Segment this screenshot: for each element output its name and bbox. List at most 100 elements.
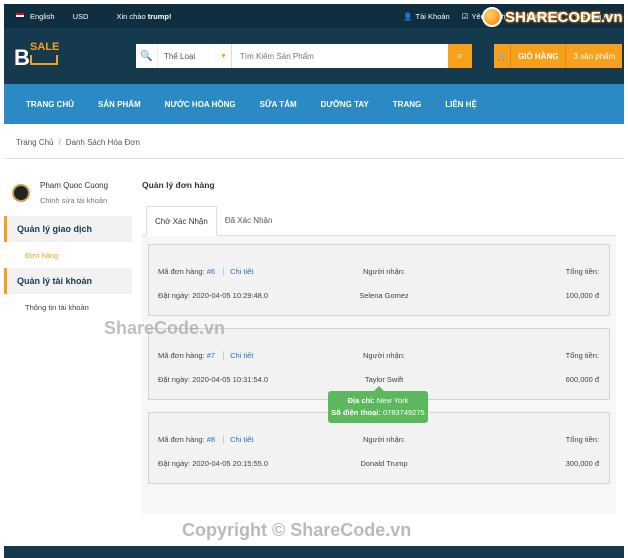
- order-code-label: Mã đơn hàng:: [158, 351, 205, 360]
- order-tabs: Chờ Xác Nhận Đã Xác Nhận: [142, 206, 616, 236]
- order-number[interactable]: #7: [207, 351, 215, 360]
- logo-text: SALE: [30, 41, 60, 53]
- nav-item-contact[interactable]: LIÊN HỆ: [445, 100, 477, 109]
- order-number[interactable]: #8: [207, 435, 215, 444]
- page-title: Quản lý đơn hàng: [142, 180, 215, 190]
- order-code: Mã đơn hàng: #8 Chi tiết: [158, 435, 254, 444]
- divider: [4, 158, 624, 159]
- order-code: Mã đơn hàng: #6 Chi tiết: [158, 267, 254, 276]
- nav-item-shower-gel[interactable]: SỮA TẮM: [260, 100, 297, 109]
- sidebar: Pham Quoc Cuong Chỉnh sửa tài khoản Quản…: [4, 170, 132, 320]
- order-total: 100,000 đ: [565, 291, 599, 300]
- order-code-label: Mã đơn hàng:: [158, 267, 205, 276]
- main-content: Quản lý đơn hàng Chờ Xác Nhận Đã Xác Nhậ…: [142, 172, 616, 514]
- recipient-tooltip: Địa chỉ: New York Số điện thoại: 0783749…: [328, 386, 428, 423]
- edit-account-link[interactable]: Chỉnh sửa tài khoản: [40, 196, 108, 205]
- nav-item-hand-care[interactable]: DƯỠNG TAY: [321, 100, 369, 109]
- order-detail-link[interactable]: Chi tiết: [223, 267, 254, 276]
- recipient-name[interactable]: Donald Trump: [339, 459, 429, 468]
- order-total: 300,000 đ: [565, 459, 599, 468]
- greeting-user: trump!: [147, 11, 172, 21]
- nav-item-products[interactable]: SẢN PHẨM: [98, 100, 141, 109]
- sidebar-item-orders[interactable]: Đơn hàng: [4, 242, 132, 268]
- order-date-label: Đặt ngày:: [158, 375, 191, 384]
- order-date: Đặt ngày: 2020-04-05 20:15:55.0: [158, 459, 268, 468]
- order-date-value: 2020-04-05 10:31:54.0: [192, 375, 269, 384]
- order-date-value: 2020-04-05 20:15:55.0: [192, 459, 269, 468]
- logo-letter: B: [14, 45, 30, 70]
- total-label: Tổng tiền:: [565, 351, 599, 360]
- nav-item-pages[interactable]: TRANG: [393, 100, 421, 109]
- search-bar: 🔍 Thể Loại ▼ ⌕: [136, 44, 472, 68]
- sidebar-section-account[interactable]: Quản lý tài khoản: [4, 268, 132, 294]
- category-select[interactable]: Thể Loại ▼: [158, 44, 232, 68]
- search-icon: 🔍: [136, 44, 158, 68]
- order-card: Mã đơn hàng: #6 Chi tiết Người nhận: Tổng…: [148, 244, 610, 316]
- currency-selector[interactable]: USD: [73, 12, 89, 21]
- account-link[interactable]: 👤 Tài Khoản: [403, 12, 450, 21]
- breadcrumb: Trang Chủ / Danh Sách Hóa Đơn: [16, 138, 140, 147]
- recipient-name[interactable]: Taylor Swift: [339, 375, 429, 384]
- sidebar-item-account-info[interactable]: Thông tin tài khoản: [4, 294, 132, 320]
- tooltip-phone-value: 0783749275: [382, 408, 425, 417]
- order-date-value: 2020-04-05 10:29:48.0: [192, 291, 269, 300]
- order-date: Đặt ngày: 2020-04-05 10:29:48.0: [158, 291, 268, 300]
- recipient-label: Người nhận:: [362, 267, 406, 276]
- cart-label: GIỎ HÀNG: [510, 44, 566, 68]
- tooltip-address: Địa chỉ: New York: [328, 395, 428, 407]
- cart-logo-icon: [30, 55, 58, 65]
- order-date-label: Đặt ngày:: [158, 459, 191, 468]
- nav-item-home[interactable]: TRANG CHỦ: [26, 100, 74, 109]
- total-label: Tổng tiền:: [565, 267, 599, 276]
- check-icon: ☑: [461, 11, 469, 21]
- header: B SALE 🔍 Thể Loại ▼ ⌕ 🛒 GIỎ HÀNG 3 sản p…: [4, 28, 624, 84]
- sharecode-logo-icon: [482, 7, 502, 27]
- footer: [4, 546, 624, 558]
- tooltip-phone: Số điện thoại: 0783749275: [328, 407, 428, 419]
- order-code-label: Mã đơn hàng:: [158, 435, 205, 444]
- cart-icon: 🛒: [494, 44, 510, 68]
- tooltip-address-value: New York: [376, 396, 409, 405]
- caret-down-icon: ▼: [220, 52, 227, 60]
- tooltip-phone-label: Số điện thoại:: [331, 408, 381, 417]
- cart-count: 3 sản phẩm: [565, 44, 623, 68]
- language-selector[interactable]: English: [30, 12, 55, 21]
- breadcrumb-current: Danh Sách Hóa Đơn: [65, 138, 140, 147]
- site-logo[interactable]: B SALE: [14, 40, 62, 72]
- tab-confirmed[interactable]: Đã Xác Nhận: [217, 206, 281, 235]
- category-select-value: Thể Loại: [164, 51, 196, 61]
- sidebar-section-transactions[interactable]: Quản lý giao dịch: [4, 216, 132, 242]
- user-profile: Pham Quoc Cuong Chỉnh sửa tài khoản: [4, 170, 132, 216]
- order-code: Mã đơn hàng: #7 Chi tiết: [158, 351, 254, 360]
- order-date: Đặt ngày: 2020-04-05 10:31:54.0: [158, 375, 268, 384]
- order-detail-link[interactable]: Chi tiết: [223, 435, 254, 444]
- user-icon: 👤: [403, 11, 413, 21]
- order-number[interactable]: #6: [207, 267, 215, 276]
- order-date-label: Đặt ngày:: [158, 291, 191, 300]
- breadcrumb-home[interactable]: Trang Chủ: [16, 138, 54, 147]
- search-input[interactable]: [232, 44, 448, 68]
- cart-button[interactable]: 🛒 GIỎ HÀNG 3 sản phẩm: [494, 44, 623, 68]
- sharecode-brand-watermark: SHARECODE.vn: [482, 6, 623, 28]
- greeting-prefix: Xin chào: [116, 11, 146, 21]
- recipient-name[interactable]: Selena Gomez: [339, 291, 429, 300]
- watermark-middle: ShareCode.vn: [104, 318, 226, 338]
- tab-pending[interactable]: Chờ Xác Nhận: [146, 206, 217, 236]
- uk-flag-icon: [16, 13, 24, 19]
- account-link-label: Tài Khoản: [415, 11, 450, 21]
- user-name: Pham Quoc Cuong: [40, 181, 109, 190]
- main-nav: TRANG CHỦ SẢN PHẨM NƯỚC HOA HỒNG SỮA TẮM…: [4, 84, 624, 124]
- order-total: 600,000 đ: [565, 375, 599, 384]
- orders-panel: Chờ Xác Nhận Đã Xác Nhận Mã đơn hàng: #6…: [142, 206, 616, 514]
- search-button[interactable]: ⌕: [448, 44, 472, 68]
- nav-item-rose-water[interactable]: NƯỚC HOA HỒNG: [165, 100, 236, 109]
- recipient-label: Người nhận:: [362, 351, 406, 360]
- greeting: Xin chào trump!: [116, 12, 171, 21]
- breadcrumb-separator: /: [58, 138, 61, 147]
- order-detail-link[interactable]: Chi tiết: [223, 351, 254, 360]
- watermark-bottom: Copyright © ShareCode.vn: [182, 520, 412, 540]
- avatar: [12, 184, 30, 202]
- sharecode-brand-text: SHARECODE.vn: [505, 8, 623, 26]
- tooltip-address-label: Địa chỉ:: [347, 396, 375, 405]
- recipient-label: Người nhận:: [362, 435, 406, 444]
